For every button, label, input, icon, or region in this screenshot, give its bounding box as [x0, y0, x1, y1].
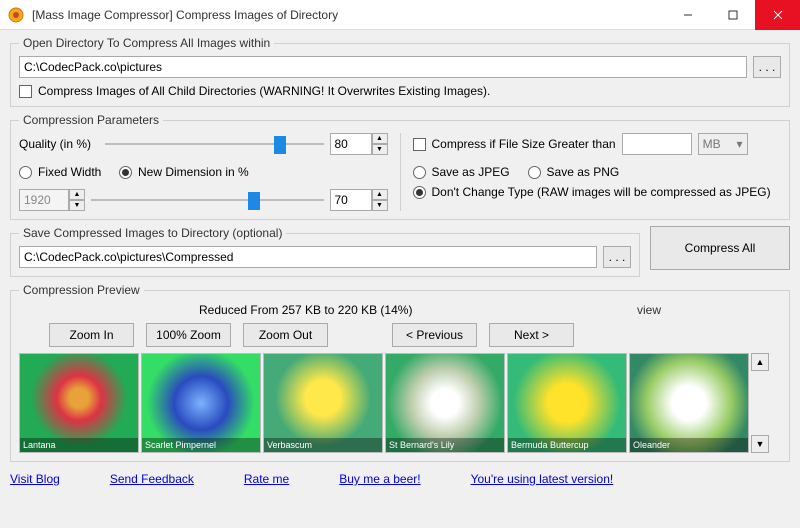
child-dirs-checkbox[interactable]: [19, 85, 32, 98]
save-jpeg-label: Save as JPEG: [432, 165, 510, 179]
quality-stepper[interactable]: ▲▼: [330, 133, 388, 155]
maximize-button[interactable]: [710, 0, 755, 30]
source-path-input[interactable]: [19, 56, 747, 78]
save-jpeg-radio[interactable]: [413, 166, 426, 179]
thumbnail[interactable]: Lantana: [19, 353, 139, 453]
dont-change-radio[interactable]: [413, 186, 426, 199]
chevron-down-icon: ▾: [737, 137, 743, 151]
zoom-100-button[interactable]: 100% Zoom: [146, 323, 231, 347]
visit-blog-link[interactable]: Visit Blog: [10, 472, 60, 486]
close-button[interactable]: [755, 0, 800, 30]
dimension-value[interactable]: [330, 189, 372, 211]
previous-button[interactable]: < Previous: [392, 323, 477, 347]
dimension-down[interactable]: ▼: [372, 200, 388, 211]
source-browse-button[interactable]: . . .: [753, 56, 781, 78]
preview-legend: Compression Preview: [19, 283, 144, 297]
compress-all-button[interactable]: Compress All: [650, 226, 790, 270]
save-png-radio[interactable]: [528, 166, 541, 179]
fixed-width-value[interactable]: [19, 189, 69, 211]
app-icon: [8, 7, 24, 23]
window-title: [Mass Image Compressor] Compress Images …: [32, 8, 665, 22]
dimension-stepper[interactable]: ▲▼: [330, 189, 388, 211]
save-dir-group: Save Compressed Images to Directory (opt…: [10, 226, 640, 277]
quality-down[interactable]: ▼: [372, 144, 388, 155]
fixed-width-radio[interactable]: [19, 166, 32, 179]
minimize-button[interactable]: [665, 0, 710, 30]
size-threshold-checkbox[interactable]: [413, 138, 426, 151]
title-bar: [Mass Image Compressor] Compress Images …: [0, 0, 800, 30]
open-directory-group: Open Directory To Compress All Images wi…: [10, 36, 790, 107]
dont-change-label: Don't Change Type (RAW images will be co…: [432, 185, 771, 199]
params-group: Compression Parameters Quality (in %) ▲▼…: [10, 113, 790, 220]
new-dim-radio[interactable]: [119, 166, 132, 179]
next-button[interactable]: Next >: [489, 323, 574, 347]
send-feedback-link[interactable]: Send Feedback: [110, 472, 194, 486]
version-link[interactable]: You're using latest version!: [471, 472, 614, 486]
size-threshold-input[interactable]: [622, 133, 692, 155]
footer-links: Visit Blog Send Feedback Rate me Buy me …: [0, 468, 800, 494]
thumbnail[interactable]: Bermuda Buttercup: [507, 353, 627, 453]
fixed-width-label: Fixed Width: [38, 165, 113, 179]
thumbnail[interactable]: St Bernard's Lily: [385, 353, 505, 453]
thumbnail-scrollbar[interactable]: ▲ ▼: [751, 353, 769, 453]
preview-group: Compression Preview Reduced From 257 KB …: [10, 283, 790, 462]
view-label: view: [637, 303, 661, 317]
zoom-in-button[interactable]: Zoom In: [49, 323, 134, 347]
params-legend: Compression Parameters: [19, 113, 163, 127]
reduction-label: Reduced From 257 KB to 220 KB (14%): [199, 303, 412, 317]
size-unit-select[interactable]: MB▾: [698, 133, 748, 155]
scroll-down-icon[interactable]: ▼: [751, 435, 769, 453]
quality-value[interactable]: [330, 133, 372, 155]
rate-link[interactable]: Rate me: [244, 472, 289, 486]
fixed-width-up[interactable]: ▲: [69, 189, 85, 200]
thumbnail[interactable]: Scarlet Pimpernel: [141, 353, 261, 453]
save-png-label: Save as PNG: [547, 165, 620, 179]
dest-browse-button[interactable]: . . .: [603, 246, 631, 268]
buy-beer-link[interactable]: Buy me a beer!: [339, 472, 420, 486]
fixed-width-down[interactable]: ▼: [69, 200, 85, 211]
dimension-slider[interactable]: [91, 190, 324, 210]
thumbnail[interactable]: Oleander: [629, 353, 749, 453]
dest-path-input[interactable]: [19, 246, 597, 268]
quality-up[interactable]: ▲: [372, 133, 388, 144]
open-directory-legend: Open Directory To Compress All Images wi…: [19, 36, 274, 50]
quality-label: Quality (in %): [19, 137, 99, 151]
scroll-up-icon[interactable]: ▲: [751, 353, 769, 371]
dimension-up[interactable]: ▲: [372, 189, 388, 200]
child-dirs-label: Compress Images of All Child Directories…: [38, 84, 490, 98]
quality-slider[interactable]: [105, 134, 324, 154]
fixed-width-stepper[interactable]: ▲▼: [19, 189, 85, 211]
new-dim-label: New Dimension in %: [138, 165, 249, 179]
zoom-out-button[interactable]: Zoom Out: [243, 323, 328, 347]
thumbnail[interactable]: Verbascum: [263, 353, 383, 453]
save-dir-legend: Save Compressed Images to Directory (opt…: [19, 226, 286, 240]
size-threshold-label: Compress if File Size Greater than: [432, 137, 616, 151]
